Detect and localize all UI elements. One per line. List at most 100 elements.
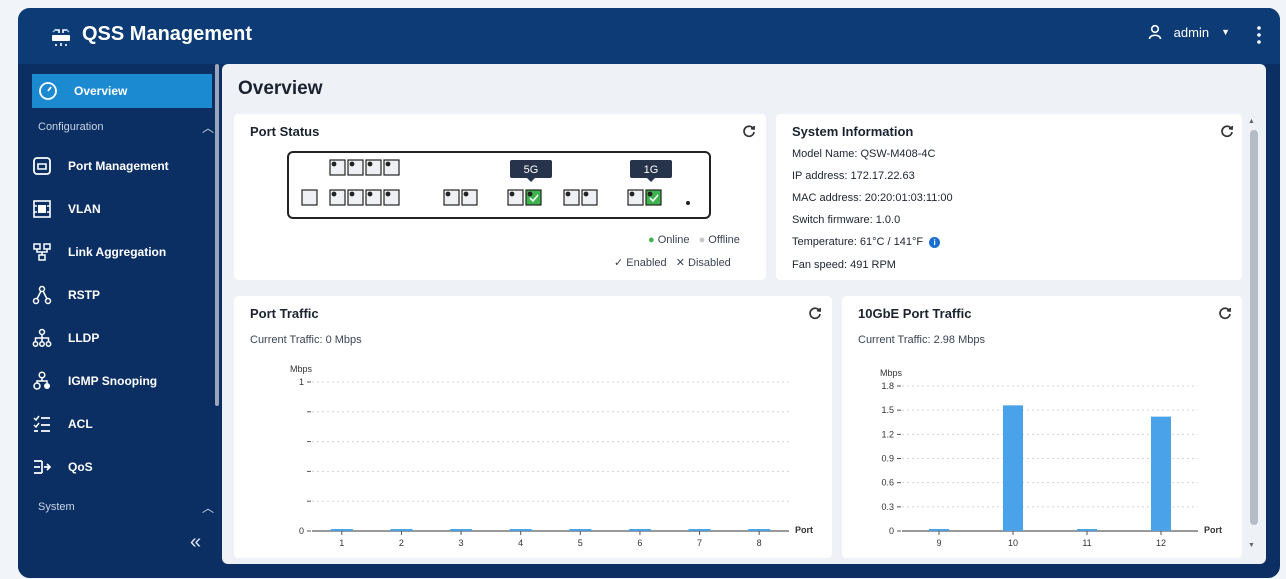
fan-speed: Fan speed: 491 RPM bbox=[792, 259, 896, 271]
sidebar-scrollbar[interactable] bbox=[215, 64, 219, 406]
badge-1g: 1G bbox=[644, 164, 659, 176]
lldp-icon bbox=[32, 328, 52, 347]
x-tick-label: 11 bbox=[1082, 538, 1091, 548]
temperature: Temperature: 61°C / 141°F bbox=[792, 236, 924, 248]
badge-5g: 5G bbox=[524, 164, 539, 176]
port bbox=[365, 159, 382, 176]
x-tick-label: 4 bbox=[518, 538, 523, 548]
cross-icon: ✕ bbox=[675, 257, 685, 269]
sidebar-item-igmp-snooping[interactable]: IGMP Snooping bbox=[32, 366, 157, 396]
sidebar-item-port-management[interactable]: Port Management bbox=[32, 151, 169, 181]
switch-panel: 5G 1G bbox=[287, 151, 711, 219]
switch-logo-icon bbox=[52, 28, 70, 46]
rstp-icon bbox=[32, 285, 52, 305]
sidebar-item-label: RSTP bbox=[68, 288, 101, 302]
x-tick-label: 1 bbox=[339, 538, 344, 548]
card-title: System Information bbox=[792, 124, 914, 139]
port bbox=[507, 189, 524, 206]
link-aggregation-icon bbox=[33, 243, 51, 261]
info-icon[interactable]: i bbox=[929, 236, 941, 248]
sidebar-item-label: Port Management bbox=[68, 159, 169, 173]
port bbox=[329, 159, 346, 176]
y-tick-label: 1.2 bbox=[881, 429, 894, 439]
section-label: System bbox=[38, 501, 75, 513]
port bbox=[347, 159, 364, 176]
sidebar-item-link-aggregation[interactable]: Link Aggregation bbox=[32, 237, 166, 267]
sidebar-item-overview[interactable]: Overview bbox=[32, 74, 212, 108]
bar bbox=[929, 529, 949, 531]
legend-online: Online bbox=[657, 234, 690, 246]
10gbe-port-traffic-card: 10GbE Port Traffic Current Traffic: 2.98… bbox=[842, 296, 1242, 558]
acl-icon bbox=[33, 415, 50, 432]
bar bbox=[450, 529, 473, 531]
mac-address: MAC address: 20:20:01:03:11:00 bbox=[792, 192, 953, 204]
y-tick-label: 0 bbox=[889, 526, 894, 536]
collapse-sidebar-icon[interactable]: « bbox=[190, 531, 201, 554]
sidebar-item-label: LLDP bbox=[68, 331, 100, 345]
sidebar-item-rstp[interactable]: RSTP bbox=[32, 280, 100, 310]
refresh-icon[interactable] bbox=[1220, 124, 1234, 138]
x-tick-label: 7 bbox=[697, 538, 702, 548]
more-menu-icon[interactable] bbox=[1254, 24, 1264, 46]
bar bbox=[628, 529, 651, 531]
port-icon bbox=[33, 157, 51, 175]
bar bbox=[569, 529, 592, 531]
y-tick-label: 0.6 bbox=[881, 478, 894, 488]
bar bbox=[1077, 529, 1097, 531]
top-bar: QSS Management admin ▼ bbox=[18, 8, 1280, 64]
port-traffic-chart: Mbps 1 0 Port 1 2 3 4 5 6 7 8 bbox=[290, 364, 813, 548]
sidebar-item-vlan[interactable]: VLAN bbox=[32, 194, 101, 224]
bar bbox=[1151, 416, 1171, 531]
user-menu[interactable]: admin ▼ bbox=[1148, 24, 1230, 40]
port-traffic-card: Port Traffic Current Traffic: 0 Mbps Mbp… bbox=[234, 296, 832, 558]
section-configuration[interactable]: Configuration ︿ bbox=[38, 121, 214, 135]
sidebar-item-label: VLAN bbox=[68, 202, 101, 216]
sidebar-item-lldp[interactable]: LLDP bbox=[32, 323, 99, 353]
y-tick-label: 0.9 bbox=[881, 454, 894, 464]
app-title: QSS Management bbox=[82, 23, 253, 45]
temperature-row: Temperature: 61°C / 141°F i bbox=[792, 236, 941, 248]
port bbox=[461, 189, 478, 206]
system-information-card: System Information Model Name: QSW-M408-… bbox=[776, 114, 1242, 280]
vlan-icon bbox=[33, 200, 51, 218]
page-title: Overview bbox=[238, 78, 323, 99]
dashboard-gauge-icon bbox=[39, 82, 57, 100]
y-tick-label: 0 bbox=[299, 526, 304, 536]
chevron-up-icon: ︿ bbox=[201, 501, 214, 515]
y-axis-label: Mbps bbox=[880, 368, 903, 378]
port bbox=[645, 189, 662, 206]
main-content: Overview Port Status 5G 1G ● Online ● Of… bbox=[222, 64, 1266, 564]
refresh-icon[interactable] bbox=[742, 124, 756, 138]
card-title: Port Status bbox=[250, 124, 320, 139]
legend-disabled: Disabled bbox=[688, 257, 731, 269]
firmware-version: Switch firmware: 1.0.0 bbox=[792, 214, 901, 226]
sidebar: Overview Configuration ︿ Port Management… bbox=[18, 64, 222, 578]
y-tick-label: 1.8 bbox=[881, 381, 894, 391]
legend-offline: Offline bbox=[708, 234, 740, 246]
offline-dot-icon: ● bbox=[698, 234, 706, 246]
x-tick-label: 2 bbox=[399, 538, 404, 548]
x-axis-label: Port bbox=[795, 525, 813, 535]
bar bbox=[688, 529, 711, 531]
x-tick-label: 8 bbox=[757, 538, 762, 548]
port bbox=[563, 189, 580, 206]
sidebar-item-label: Overview bbox=[74, 84, 128, 98]
sidebar-item-qos[interactable]: QoS bbox=[32, 452, 93, 482]
y-tick-label: 1.5 bbox=[881, 405, 894, 415]
main-scrollbar-thumb[interactable] bbox=[1250, 130, 1258, 525]
sidebar-item-acl[interactable]: ACL bbox=[32, 409, 93, 439]
port bbox=[581, 189, 598, 206]
legend-enabled: Enabled bbox=[626, 257, 667, 269]
scroll-up-icon[interactable]: ▲ bbox=[1248, 118, 1255, 125]
port-status-card: Port Status 5G 1G ● Online ● Offline ✓ E… bbox=[234, 114, 766, 280]
scroll-down-icon[interactable]: ▼ bbox=[1248, 542, 1255, 549]
app-window: QSS Management admin ▼ Overview Configur… bbox=[18, 8, 1280, 578]
chevron-up-icon: ︿ bbox=[201, 121, 214, 135]
x-tick-label: 9 bbox=[936, 538, 941, 548]
port bbox=[365, 189, 382, 206]
x-tick-label: 3 bbox=[459, 538, 464, 548]
x-tick-label: 10 bbox=[1008, 538, 1018, 548]
port bbox=[627, 189, 644, 206]
section-system[interactable]: System ︿ bbox=[38, 501, 214, 515]
sidebar-item-label: QoS bbox=[68, 460, 93, 474]
